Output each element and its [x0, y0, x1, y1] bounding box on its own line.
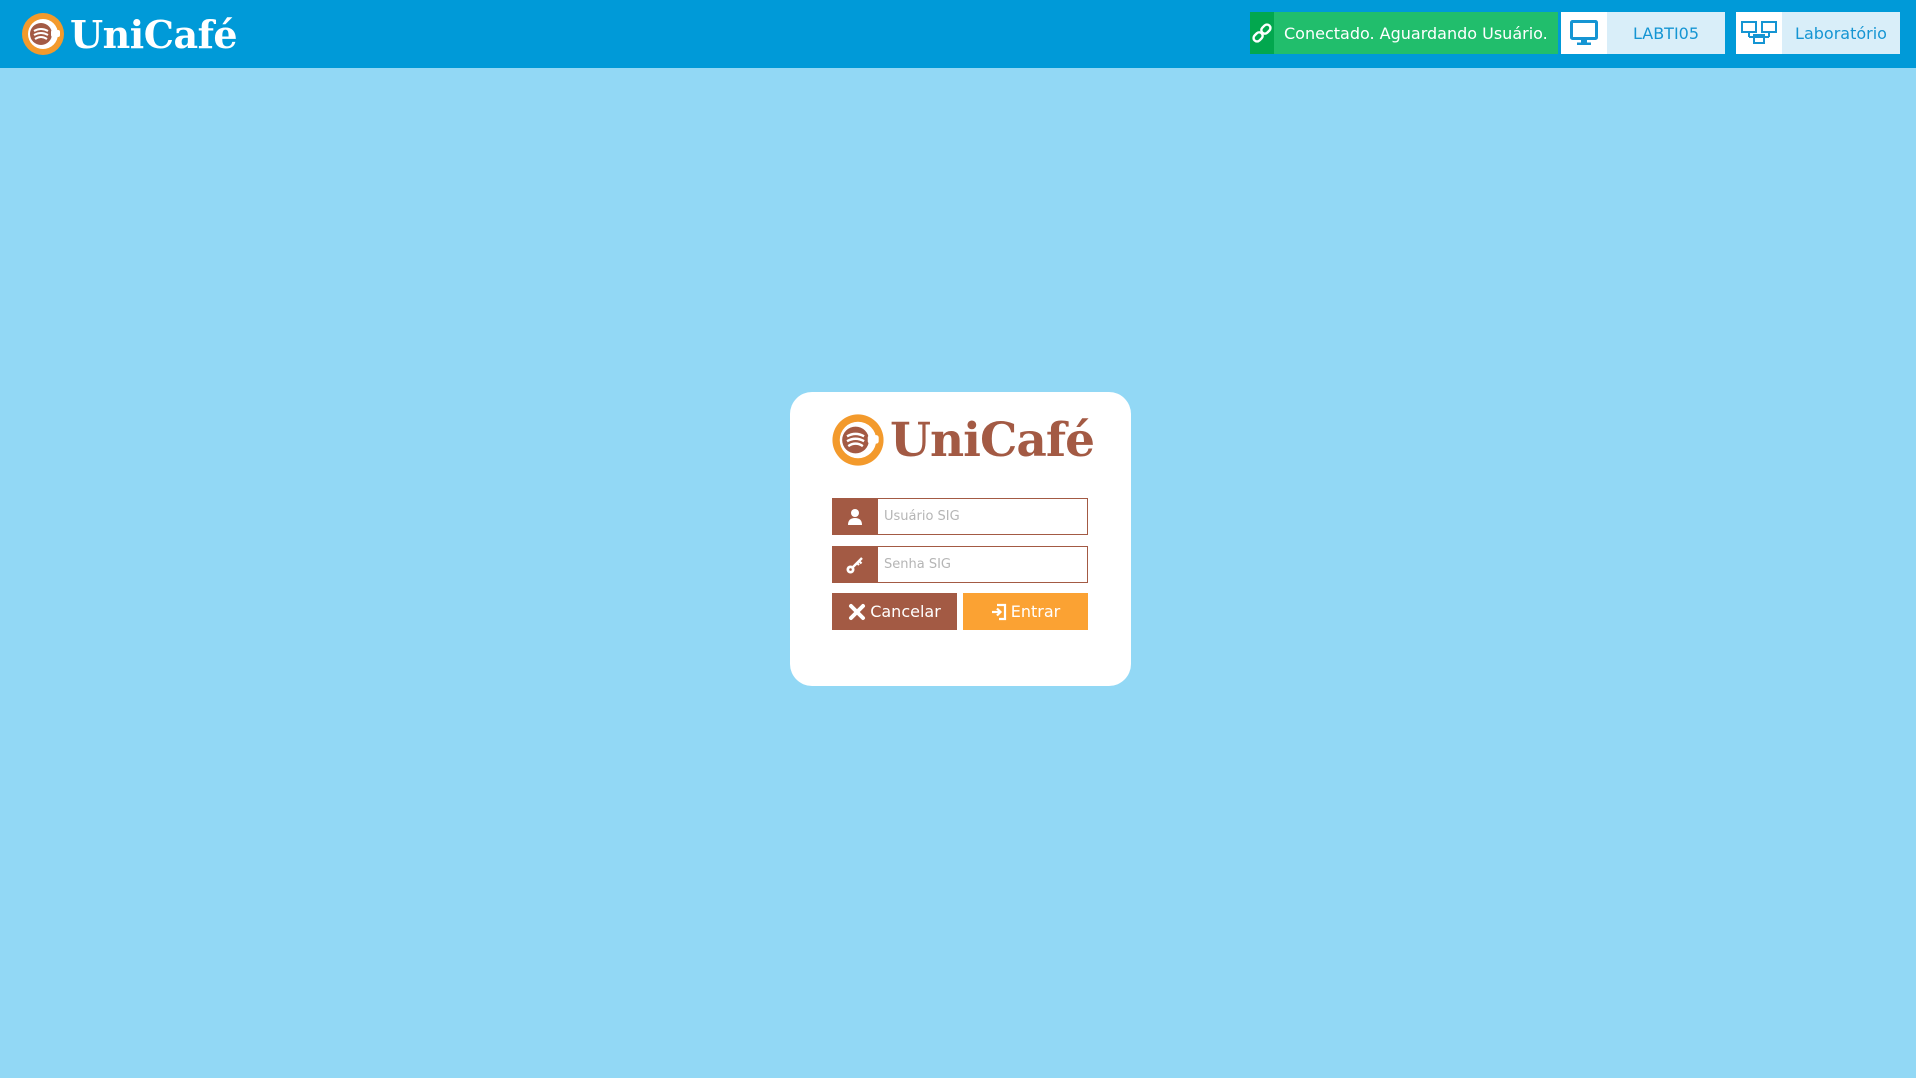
laboratory-name: Laboratório: [1782, 12, 1900, 54]
key-icon: [832, 546, 878, 583]
login-card: UniCafé Cancelar: [790, 392, 1131, 686]
login-brand-name: UniCafé: [890, 412, 1095, 468]
computer-name: LABTI05: [1607, 12, 1725, 54]
network-computers-icon: [1736, 12, 1782, 54]
close-icon: [849, 603, 866, 620]
laboratory-badge: Laboratório: [1736, 12, 1900, 54]
link-icon: [1250, 12, 1274, 54]
monitor-icon: [1561, 12, 1607, 54]
password-field-group: [832, 546, 1088, 583]
coffee-cup-logo-icon: [832, 414, 884, 466]
enter-button-label: Entrar: [1010, 602, 1061, 621]
header-logo: UniCafé: [20, 10, 238, 58]
cancel-button[interactable]: Cancelar: [832, 593, 957, 630]
enter-button[interactable]: Entrar: [963, 593, 1088, 630]
computer-name-badge: LABTI05: [1561, 12, 1725, 54]
password-input[interactable]: [878, 546, 1088, 583]
header-brand-name: UniCafé: [70, 11, 238, 57]
sign-in-icon: [991, 603, 1006, 620]
login-logo: UniCafé: [830, 412, 1095, 468]
user-icon: [832, 498, 878, 535]
connection-status-text: Conectado. Aguardando Usuário.: [1274, 12, 1558, 54]
username-input[interactable]: [878, 498, 1088, 535]
cancel-button-label: Cancelar: [870, 602, 941, 621]
coffee-cup-logo-icon: [22, 13, 64, 55]
username-field-group: [832, 498, 1088, 535]
top-bar: UniCafé Conectado. Aguardando Usuário. L…: [0, 0, 1916, 68]
connection-status: Conectado. Aguardando Usuário.: [1250, 12, 1558, 54]
